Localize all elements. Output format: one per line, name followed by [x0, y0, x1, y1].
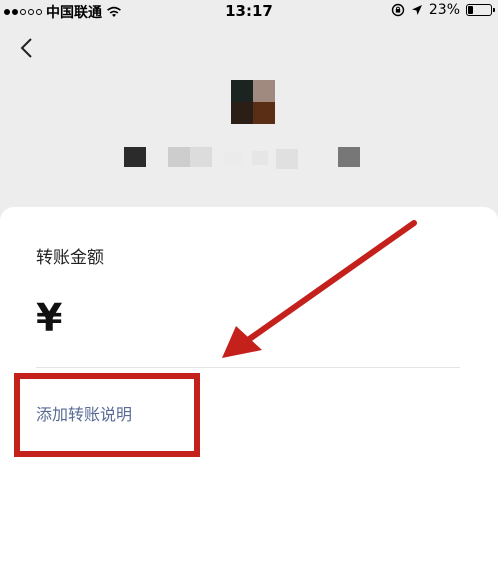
- amount-input[interactable]: ¥: [36, 296, 62, 340]
- battery-percent: 23%: [428, 2, 460, 18]
- recipient-name-redacted: [124, 147, 364, 169]
- battery-level: [468, 6, 473, 14]
- battery-icon: [466, 4, 495, 16]
- location-arrow-icon: [411, 5, 422, 15]
- status-bar-right: 23%: [391, 2, 495, 18]
- back-button[interactable]: [14, 34, 42, 62]
- amount-label: 转账金额: [36, 248, 104, 268]
- status-bar: 中国联通 13:17 23%: [0, 0, 498, 22]
- annotation-highlight-box: [14, 373, 200, 457]
- chevron-left-icon: [20, 38, 32, 58]
- divider: [36, 367, 460, 368]
- avatar: [231, 80, 275, 124]
- orientation-lock-icon: [391, 3, 405, 17]
